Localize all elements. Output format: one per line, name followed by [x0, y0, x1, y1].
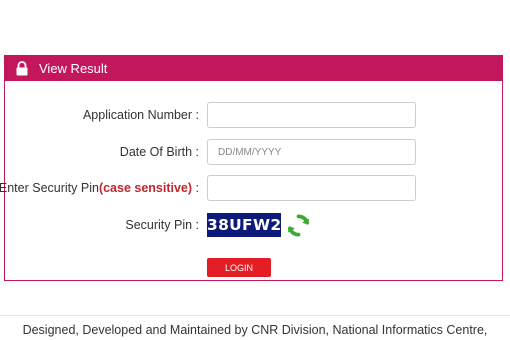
- security-pin-input-label: Enter Security Pin(case sensitive) :: [0, 175, 199, 201]
- security-pin-input[interactable]: [207, 175, 416, 201]
- date-of-birth-input[interactable]: [207, 139, 416, 165]
- security-pin-label-text: Enter Security Pin: [0, 181, 99, 195]
- application-number-row: Application Number :: [5, 102, 502, 128]
- security-pin-label-colon: :: [192, 181, 199, 195]
- application-number-input[interactable]: [207, 102, 416, 128]
- lock-icon: [15, 61, 29, 76]
- panel-title: View Result: [39, 61, 108, 76]
- panel-header: View Result: [5, 56, 502, 81]
- application-number-label: Application Number :: [82, 108, 199, 122]
- login-button[interactable]: LOGIN: [207, 258, 271, 277]
- captcha-image: 38UFW2: [207, 213, 281, 237]
- security-pin-input-row: Enter Security Pin(case sensitive) :: [0, 175, 502, 201]
- footer-divider: [0, 315, 510, 316]
- date-of-birth-label: Date Of Birth :: [119, 145, 199, 159]
- date-of-birth-row: Date Of Birth :: [5, 139, 502, 165]
- security-pin-display-row: Security Pin : 38UFW2: [5, 212, 502, 238]
- security-pin-display-label: Security Pin :: [125, 218, 199, 232]
- view-result-panel: View Result Application Number : Date Of…: [0, 55, 503, 281]
- refresh-icon[interactable]: [286, 213, 311, 238]
- footer-text: Designed, Developed and Maintained by CN…: [22, 323, 488, 337]
- case-sensitive-note: (case sensitive): [98, 181, 193, 195]
